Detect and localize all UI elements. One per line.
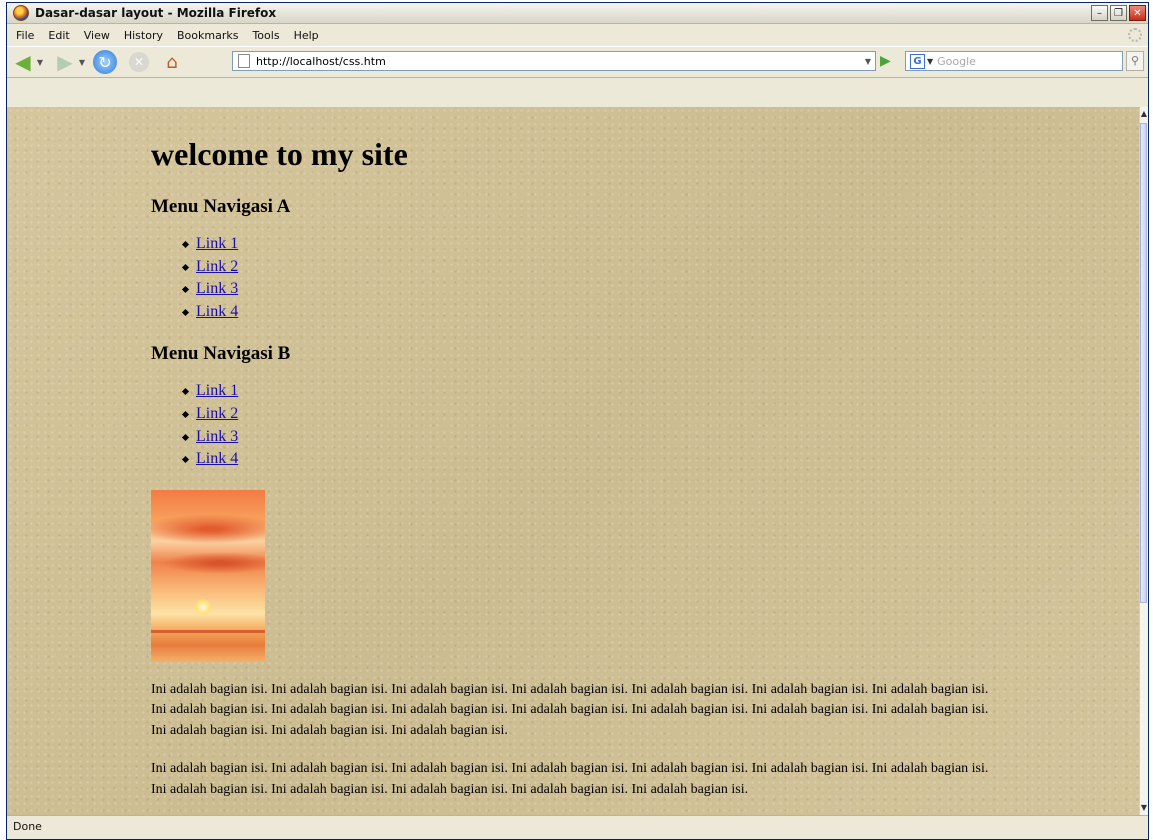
status-bar: Done (7, 815, 1148, 839)
list-item: Link 3 (179, 426, 1011, 449)
back-arrow-icon[interactable]: ◀ (11, 50, 35, 74)
menu-a-list: Link 1 Link 2 Link 3 Link 4 (151, 233, 1011, 323)
vertical-scrollbar[interactable]: ▲ ▼ (1139, 107, 1148, 815)
search-engine-dropdown-icon[interactable]: ▼ (927, 57, 933, 66)
cloud-shape (161, 551, 265, 574)
horizon-line (151, 629, 265, 633)
page-container: welcome to my site Menu Navigasi A Link … (151, 107, 1011, 800)
menu-b-heading: Menu Navigasi B (151, 343, 291, 365)
title-bar: Dasar-dasar layout - Mozilla Firefox – ❐… (7, 3, 1148, 24)
scrollbar-thumb[interactable] (1140, 123, 1147, 603)
close-button[interactable]: ✕ (1129, 5, 1146, 21)
home-icon[interactable]: ⌂ (159, 51, 185, 73)
list-item: Link 1 (179, 380, 1011, 403)
list-item: Link 2 (179, 256, 1011, 279)
go-arrow-icon[interactable]: ▶ (880, 53, 891, 69)
menu-a-link-4[interactable]: Link 4 (196, 303, 238, 320)
menu-tools[interactable]: Tools (245, 29, 286, 42)
page-title: welcome to my site (151, 136, 408, 172)
list-item: Link 4 (179, 301, 1011, 324)
url-dropdown-icon[interactable]: ▼ (861, 57, 875, 66)
menu-edit[interactable]: Edit (41, 29, 76, 42)
window-title: Dasar-dasar layout - Mozilla Firefox (35, 6, 277, 20)
list-item: Link 3 (179, 278, 1011, 301)
content-paragraph-1: Ini adalah bagian isi. Ini adalah bagian… (151, 681, 989, 738)
menu-b-link-1[interactable]: Link 1 (196, 382, 238, 399)
page-content: welcome to my site Menu Navigasi A Link … (7, 107, 1140, 815)
menu-b-link-4[interactable]: Link 4 (196, 450, 238, 467)
list-item: Link 4 (179, 448, 1011, 471)
menu-a-link-1[interactable]: Link 1 (196, 235, 238, 252)
list-item: Link 1 (179, 233, 1011, 256)
menu-bar: File Edit View History Bookmarks Tools H… (7, 24, 1148, 46)
reload-icon[interactable]: ↻ (93, 50, 117, 74)
stop-icon[interactable]: ✕ (129, 52, 149, 72)
sunset-photo (151, 489, 265, 662)
minimize-button[interactable]: – (1091, 5, 1108, 21)
navigation-toolbar: ◀ ▼ ▶ ▼ ↻ ✕ ⌂ http://localhost/css.htm ▼… (7, 46, 1148, 78)
scroll-down-arrow-icon[interactable]: ▼ (1140, 801, 1148, 815)
page-icon (238, 54, 250, 68)
forward-arrow-icon[interactable]: ▶ (53, 50, 77, 74)
back-history-dropdown-icon[interactable]: ▼ (35, 51, 45, 73)
viewport: welcome to my site Menu Navigasi A Link … (7, 107, 1148, 815)
search-magnifier-icon[interactable]: ⚲ (1126, 51, 1144, 71)
menu-a-heading: Menu Navigasi A (151, 196, 291, 217)
google-engine-icon[interactable]: G (910, 53, 925, 69)
url-text[interactable]: http://localhost/css.htm (256, 55, 861, 68)
menu-b-link-3[interactable]: Link 3 (196, 428, 238, 445)
menu-file[interactable]: File (9, 29, 41, 42)
cloud-shape (151, 513, 265, 544)
content-paragraph-2: Ini adalah bagian isi. Ini adalah bagian… (151, 761, 989, 797)
search-input[interactable]: Google (937, 55, 976, 68)
url-bar[interactable]: http://localhost/css.htm ▼ (232, 51, 876, 71)
menu-bookmarks[interactable]: Bookmarks (170, 29, 245, 42)
menu-history[interactable]: History (117, 29, 170, 42)
restore-button[interactable]: ❐ (1110, 5, 1127, 21)
menu-b-link-2[interactable]: Link 2 (196, 405, 238, 422)
menu-a-link-2[interactable]: Link 2 (196, 258, 238, 275)
firefox-logo-icon (13, 5, 29, 21)
search-box[interactable]: G ▼ Google (905, 51, 1123, 71)
list-item: Link 2 (179, 403, 1011, 426)
browser-window: Dasar-dasar layout - Mozilla Firefox – ❐… (6, 2, 1149, 840)
menu-help[interactable]: Help (287, 29, 326, 42)
menu-b-list: Link 1 Link 2 Link 3 Link 4 (151, 380, 1011, 470)
forward-history-dropdown-icon[interactable]: ▼ (77, 51, 87, 73)
menu-view[interactable]: View (77, 29, 117, 42)
menu-a-link-3[interactable]: Link 3 (196, 280, 238, 297)
activity-throbber-icon (1128, 28, 1142, 42)
sun-shape (194, 597, 213, 616)
scroll-up-arrow-icon[interactable]: ▲ (1140, 107, 1148, 121)
window-controls: – ❐ ✕ (1091, 5, 1146, 21)
